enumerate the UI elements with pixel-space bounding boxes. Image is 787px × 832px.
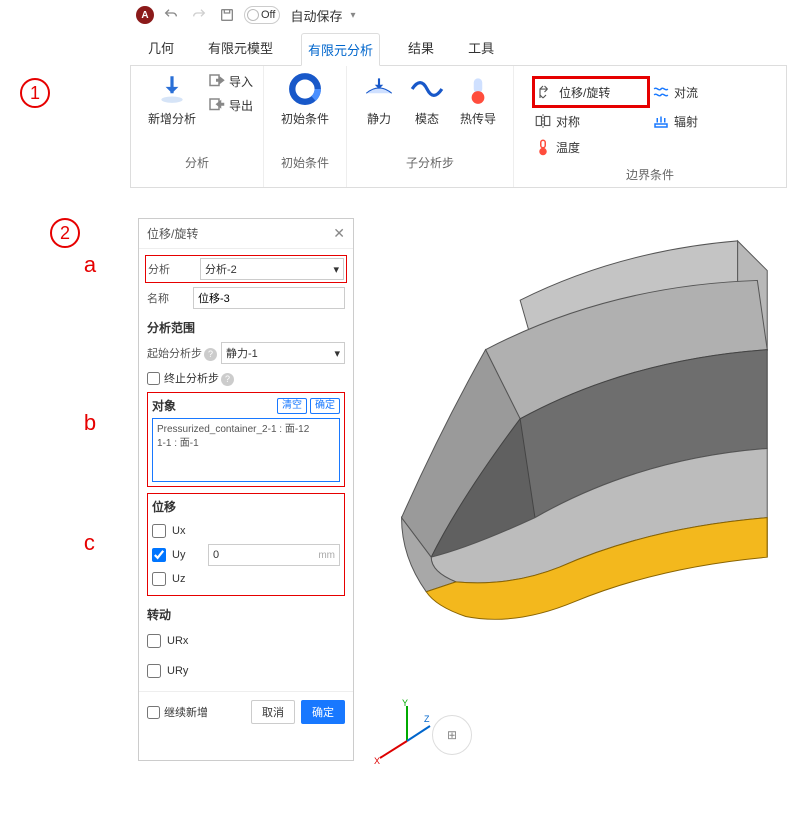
temperature-button[interactable]: 温度 [532, 134, 650, 160]
model-render [362, 218, 787, 758]
end-step-label: 终止分析步? [164, 370, 234, 386]
group-title-substeps: 子分析步 [406, 152, 454, 173]
ury-label: URy [167, 665, 197, 677]
panel-title: 位移/旋转 [147, 225, 198, 242]
annotation-1: 1 [20, 78, 50, 108]
urx-label: URx [167, 635, 197, 647]
object-title: 对象 [152, 397, 176, 414]
scope-title: 分析范围 [147, 319, 345, 336]
svg-text:X: X [374, 756, 380, 766]
tab-fem-model[interactable]: 有限元模型 [202, 32, 279, 65]
clear-button[interactable]: 清空 [277, 398, 307, 414]
ribbon-tabs: 几何 有限元模型 有限元分析 结果 工具 [130, 26, 787, 65]
displacement-panel: 位移/旋转 ✕ 分析 分析-2▾ 名称 分析范围 起始分析步? 静力-1▾ 终止… [138, 218, 354, 761]
modal-icon [410, 72, 444, 106]
uz-label: Uz [172, 573, 202, 585]
heat-button[interactable]: 热传导 [453, 72, 503, 127]
static-icon [362, 72, 396, 106]
annotation-b: b [84, 410, 96, 436]
import-icon [207, 72, 225, 90]
group-title-analysis: 分析 [185, 152, 209, 173]
annotation-a: a [84, 252, 96, 278]
ribbon-group-bc: 位移/旋转 对流 对称 辐射 温度 边界条件 [514, 66, 786, 187]
tab-tools[interactable]: 工具 [462, 32, 500, 65]
analysis-select[interactable]: 分析-2▾ [200, 258, 344, 280]
ribbon: 新增分析 导入 导出 分析 初始条件 初始条件 静力 模态 [130, 65, 787, 188]
end-step-checkbox[interactable] [147, 372, 160, 385]
cancel-button[interactable]: 取消 [251, 700, 295, 724]
chevron-down-icon: ▾ [333, 263, 339, 276]
symmetry-button[interactable]: 对称 [532, 108, 650, 134]
info-icon: ? [204, 348, 217, 361]
annotation-c: c [84, 530, 96, 556]
disp-rot-icon [537, 83, 555, 101]
uy-value-input[interactable]: 0mm [208, 544, 340, 566]
autosave-label: 自动保存 [290, 6, 342, 25]
rot-title: 转动 [147, 606, 345, 623]
ribbon-group-substeps: 静力 模态 热传导 子分析步 [347, 66, 514, 187]
uz-checkbox[interactable] [152, 572, 166, 586]
disp-title: 位移 [152, 498, 340, 515]
export-icon [207, 96, 225, 114]
viewport-3d[interactable]: Y X Z ⊞ [362, 218, 787, 761]
radiation-icon [652, 112, 670, 130]
start-step-label: 起始分析步? [147, 345, 217, 361]
ux-label: Ux [172, 525, 202, 537]
object-selection-box[interactable]: Pressurized_container_2-1 : 面-12 1-1 : 面… [152, 418, 340, 482]
symmetry-icon [534, 112, 552, 130]
ribbon-group-analysis: 新增分析 导入 导出 分析 [131, 66, 264, 187]
chevron-down-icon: ▾ [334, 347, 340, 360]
annotation-2: 2 [50, 218, 80, 248]
heat-icon [461, 72, 495, 106]
tab-fem-analysis[interactable]: 有限元分析 [301, 33, 380, 66]
ux-checkbox[interactable] [152, 524, 166, 538]
convection-icon [652, 83, 670, 101]
displacement-rotation-button[interactable]: 位移/旋转 [532, 76, 650, 108]
urx-checkbox[interactable] [147, 634, 161, 648]
svg-text:Y: Y [402, 698, 408, 708]
tab-results[interactable]: 结果 [402, 32, 440, 65]
export-button[interactable]: 导出 [207, 96, 253, 114]
chevron-down-icon[interactable]: ▾ [351, 10, 356, 21]
ok-button[interactable]: 确定 [301, 700, 345, 724]
convection-button[interactable]: 对流 [650, 76, 768, 108]
import-button[interactable]: 导入 [207, 72, 253, 90]
quick-access-toolbar: A Off 自动保存 ▾ [130, 0, 787, 26]
ury-checkbox[interactable] [147, 664, 161, 678]
static-button[interactable]: 静力 [357, 72, 401, 127]
name-field-label: 名称 [147, 290, 189, 306]
initial-condition-button[interactable]: 初始条件 [274, 72, 336, 127]
undo-icon[interactable] [160, 4, 182, 26]
tab-geometry[interactable]: 几何 [142, 32, 180, 65]
svg-text:Z: Z [424, 714, 430, 724]
ribbon-group-initial: 初始条件 初始条件 [264, 66, 347, 187]
new-analysis-icon [155, 72, 189, 106]
radiation-button[interactable]: 辐射 [650, 108, 768, 134]
new-analysis-button[interactable]: 新增分析 [141, 72, 203, 127]
continue-add-label: 继续新增 [164, 704, 208, 720]
autosave-toggle[interactable]: Off [244, 6, 280, 24]
continue-add-checkbox[interactable] [147, 706, 160, 719]
start-step-select[interactable]: 静力-1▾ [221, 342, 345, 364]
save-icon[interactable] [216, 4, 238, 26]
close-icon[interactable]: ✕ [333, 225, 345, 242]
temperature-icon [534, 138, 552, 156]
info-icon: ? [221, 373, 234, 386]
view-control-icon[interactable]: ⊞ [432, 715, 472, 755]
uy-label: Uy [172, 549, 202, 561]
initial-icon [288, 72, 322, 106]
uy-checkbox[interactable] [152, 548, 166, 562]
app-logo: A [136, 6, 154, 24]
group-title-initial: 初始条件 [281, 152, 329, 173]
redo-icon[interactable] [188, 4, 210, 26]
name-input[interactable] [193, 287, 345, 309]
modal-button[interactable]: 模态 [405, 72, 449, 127]
confirm-small-button[interactable]: 确定 [310, 398, 340, 414]
group-title-bc: 边界条件 [626, 164, 674, 185]
analysis-field-label: 分析 [148, 261, 196, 277]
